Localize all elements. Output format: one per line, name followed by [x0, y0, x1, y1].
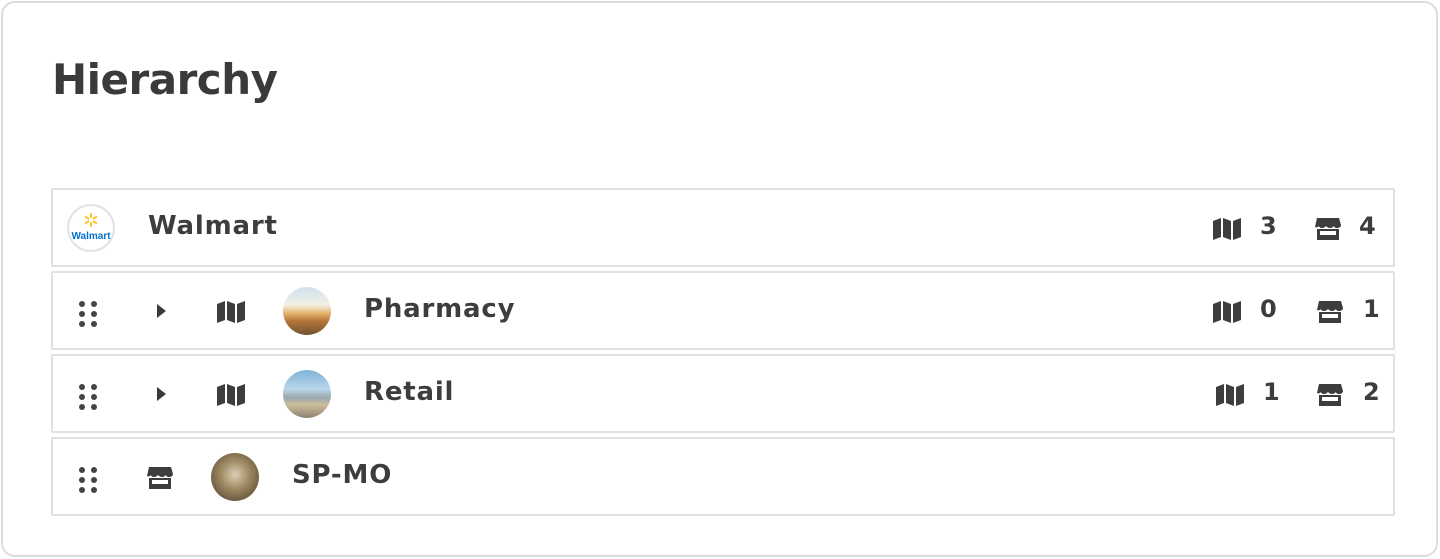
avatar: [283, 287, 331, 335]
store-icon: [147, 467, 173, 489]
map-count: 1: [1263, 378, 1280, 406]
svg-text:Walmart: Walmart: [71, 231, 111, 242]
hierarchy-list: Walmart Walmart 3 4 Pharmacy 0 1 Retail …: [51, 188, 1395, 520]
row-name: SP-MO: [292, 460, 393, 490]
hierarchy-row-sp-mo[interactable]: SP-MO: [51, 437, 1395, 516]
map-icon: [1216, 384, 1244, 406]
map-icon: [217, 301, 245, 323]
caret-right-icon[interactable]: [157, 304, 166, 318]
store-icon: [1315, 218, 1341, 240]
row-name: Pharmacy: [364, 294, 516, 324]
store-count: 4: [1359, 212, 1376, 240]
store-count: 2: [1363, 378, 1380, 406]
drag-handle-icon[interactable]: [79, 301, 97, 327]
drag-handle-icon[interactable]: [79, 384, 97, 410]
drag-handle-icon[interactable]: [79, 467, 97, 493]
map-count: 0: [1260, 295, 1277, 323]
caret-right-icon[interactable]: [157, 387, 166, 401]
map-icon: [217, 384, 245, 406]
hierarchy-row-walmart[interactable]: Walmart Walmart 3 4: [51, 188, 1395, 267]
row-name: Retail: [364, 377, 455, 407]
avatar: [283, 370, 331, 418]
hierarchy-row-pharmacy[interactable]: Pharmacy 0 1: [51, 271, 1395, 350]
store-icon: [1317, 384, 1343, 406]
page-title: Hierarchy: [52, 55, 278, 104]
hierarchy-row-retail[interactable]: Retail 1 2: [51, 354, 1395, 433]
map-icon: [1213, 218, 1241, 240]
store-count: 1: [1363, 295, 1380, 323]
map-icon: [1213, 301, 1241, 323]
row-name: Walmart: [148, 211, 278, 241]
store-icon: [1317, 301, 1343, 323]
avatar: [211, 453, 259, 501]
walmart-logo: Walmart: [67, 204, 115, 252]
map-count: 3: [1260, 212, 1277, 240]
hierarchy-card: Hierarchy Walmart Walmart 3 4 Pharmacy 0…: [1, 1, 1438, 557]
